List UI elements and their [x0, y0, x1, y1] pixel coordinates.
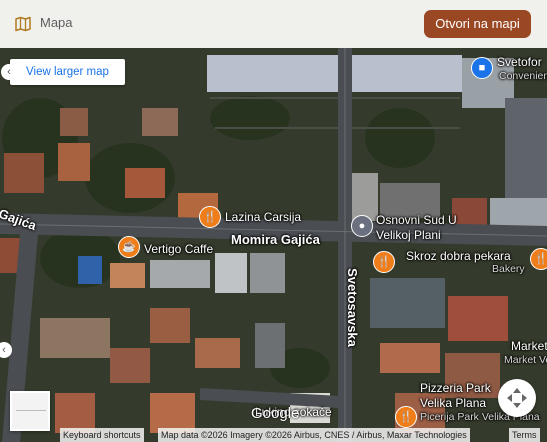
google-logo: Google	[251, 405, 300, 422]
satellite-map[interactable]: View larger map ‹ ‹ Momira Gajića Gajića…	[0, 48, 547, 442]
place-label-market-line2: Market Ve	[504, 354, 547, 366]
restaurant-icon[interactable]: 🍴	[373, 251, 395, 273]
map-pan-left-icon[interactable]: ‹	[1, 64, 17, 80]
cafe-icon[interactable]: ☕	[118, 236, 140, 258]
map-card-header: Mapa Otvori na mapi	[0, 0, 547, 48]
map-data-attribution: Map data ©2026 Imagery ©2026 Airbus, CNE…	[158, 428, 470, 442]
landmark-icon[interactable]: ●	[351, 215, 373, 237]
keyboard-shortcuts-link[interactable]: Keyboard shortcuts	[60, 428, 144, 442]
place-label-osnovni-sud[interactable]: Osnovni Sud U	[376, 213, 457, 227]
store-icon[interactable]: ■	[471, 57, 493, 79]
place-label-vertigo-caffe[interactable]: Vertigo Caffe	[144, 242, 213, 256]
map-icon	[15, 16, 31, 32]
place-label-osnovni-sud-line2[interactable]: Velikoj Plani	[376, 228, 441, 242]
street-label-momira-gajica: Momira Gajića	[231, 232, 320, 247]
place-label-svetofor[interactable]: Svetofor	[497, 55, 542, 69]
camera-control-button[interactable]	[498, 379, 536, 417]
terms-link[interactable]: Terms	[509, 428, 540, 442]
place-category-convenience: Convenien	[499, 70, 547, 82]
restaurant-icon[interactable]: 🍴	[199, 206, 221, 228]
restaurant-icon[interactable]: 🍴	[395, 406, 417, 428]
place-label-lazina-carsija[interactable]: Lazina Carsija	[225, 210, 301, 224]
place-label-pizzeria-park-line2[interactable]: Velika Plana	[420, 396, 486, 410]
place-category-bakery: Bakery	[492, 263, 525, 275]
move-arrows-icon	[507, 388, 527, 408]
map-attribution-bar: Keyboard shortcuts Map data ©2026 Imager…	[0, 428, 547, 442]
map-type-toggle-button[interactable]	[10, 391, 50, 431]
place-label-pizzeria-park[interactable]: Pizzeria Park	[420, 381, 491, 395]
view-larger-map-link[interactable]: View larger map	[10, 59, 125, 85]
open-in-map-button[interactable]: Otvori na mapi	[424, 10, 531, 38]
map-title: Mapa	[40, 15, 73, 30]
street-label-svetosavska: Svetosavska	[344, 268, 360, 347]
place-label-skroz-dobra-pekara[interactable]: Skroz dobra pekara	[406, 249, 511, 263]
place-label-market[interactable]: Market V	[511, 339, 547, 353]
restaurant-icon[interactable]: 🍴	[530, 248, 547, 270]
